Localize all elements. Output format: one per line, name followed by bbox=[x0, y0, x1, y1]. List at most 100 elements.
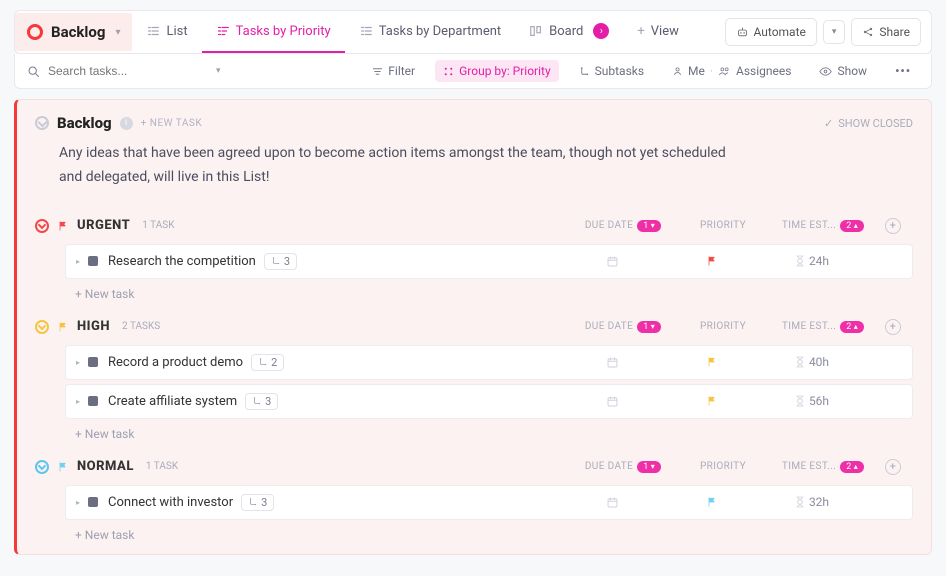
task-row[interactable]: ▸ Record a product demo 2 40h bbox=[65, 345, 913, 380]
me-button[interactable]: Me · Assignees bbox=[664, 60, 799, 82]
subtasks-icon bbox=[579, 66, 590, 77]
secondary-toolbar: ▾ Filter Group by: Priority Subtasks Me bbox=[14, 54, 932, 89]
cell-due-date[interactable] bbox=[562, 356, 662, 369]
sort-pill[interactable]: 1 bbox=[637, 461, 661, 473]
status-icon[interactable] bbox=[88, 357, 98, 367]
search-input[interactable] bbox=[48, 64, 208, 78]
expand-icon[interactable]: ▸ bbox=[76, 498, 80, 507]
share-button[interactable]: Share bbox=[851, 18, 921, 46]
view-tab-label: Board bbox=[549, 24, 583, 39]
group-header: URGENT 1 TASK DUE DATE1 PRIORITY TIME ES… bbox=[35, 212, 913, 240]
priority-list-icon bbox=[216, 24, 230, 38]
sort-pill[interactable]: 2 bbox=[840, 220, 864, 232]
col-due-date[interactable]: DUE DATE1 bbox=[573, 321, 673, 333]
view-tab-tasks-priority[interactable]: Tasks by Priority bbox=[202, 12, 345, 53]
flag-icon bbox=[57, 220, 69, 232]
new-task-button[interactable]: + New task bbox=[75, 520, 913, 546]
sort-pill[interactable]: 2 bbox=[840, 321, 864, 333]
more-icon: ••• bbox=[895, 64, 911, 78]
cell-due-date[interactable] bbox=[562, 395, 662, 408]
automate-button[interactable]: Automate bbox=[725, 18, 817, 46]
new-task-button[interactable]: + New task bbox=[75, 279, 913, 305]
cell-time-est[interactable]: 32h bbox=[762, 495, 862, 509]
info-icon[interactable]: i bbox=[120, 117, 133, 130]
cell-time-est[interactable]: 40h bbox=[762, 355, 862, 369]
subtasks-button[interactable]: Subtasks bbox=[571, 60, 652, 82]
col-time-est[interactable]: TIME EST...2 bbox=[773, 220, 873, 232]
search-field[interactable]: ▾ bbox=[27, 64, 352, 78]
expand-icon[interactable]: ▸ bbox=[76, 257, 80, 266]
task-name: Connect with investor bbox=[108, 495, 233, 510]
add-column-button[interactable]: + bbox=[873, 218, 913, 234]
status-icon[interactable] bbox=[88, 256, 98, 266]
sort-pill[interactable]: 1 bbox=[637, 220, 661, 232]
collapse-ring-icon[interactable] bbox=[35, 460, 49, 474]
next-icon[interactable]: › bbox=[593, 23, 609, 39]
cell-due-date[interactable] bbox=[562, 496, 662, 509]
col-time-est[interactable]: TIME EST...2 bbox=[773, 461, 873, 473]
view-tab-list[interactable]: List bbox=[132, 12, 201, 53]
col-time-est[interactable]: TIME EST...2 bbox=[773, 321, 873, 333]
cell-time-est[interactable]: 56h bbox=[762, 394, 862, 408]
subtask-badge[interactable]: 3 bbox=[241, 494, 274, 511]
column-headers: DUE DATE1 PRIORITY TIME EST...2 + bbox=[573, 319, 913, 335]
flag-icon bbox=[706, 496, 718, 508]
new-task-header-button[interactable]: + NEW TASK bbox=[141, 118, 202, 129]
priority-group: HIGH 2 TASKS DUE DATE1 PRIORITY TIME EST… bbox=[35, 313, 913, 445]
col-priority[interactable]: PRIORITY bbox=[673, 461, 773, 472]
cell-time-est[interactable]: 24h bbox=[762, 254, 862, 268]
col-due-date[interactable]: DUE DATE1 bbox=[573, 220, 673, 232]
collapse-icon[interactable] bbox=[35, 116, 49, 130]
subtask-badge[interactable]: 3 bbox=[245, 393, 278, 410]
task-row[interactable]: ▸ Create affiliate system 3 56h bbox=[65, 384, 913, 419]
show-button[interactable]: Show bbox=[811, 60, 875, 82]
task-row[interactable]: ▸ Connect with investor 3 32h bbox=[65, 485, 913, 520]
cell-priority[interactable] bbox=[662, 496, 762, 508]
automate-dropdown[interactable]: ▾ bbox=[823, 20, 846, 44]
col-priority[interactable]: PRIORITY bbox=[673, 220, 773, 231]
share-label: Share bbox=[879, 25, 910, 39]
more-button[interactable]: ••• bbox=[887, 60, 919, 82]
subtask-badge[interactable]: 2 bbox=[251, 354, 284, 371]
check-icon: ✓ bbox=[824, 117, 833, 130]
hourglass-icon bbox=[795, 496, 805, 508]
collapse-ring-icon[interactable] bbox=[35, 219, 49, 233]
expand-icon[interactable]: ▸ bbox=[76, 397, 80, 406]
chevron-down-icon[interactable]: ▾ bbox=[216, 66, 221, 76]
cell-priority[interactable] bbox=[662, 395, 762, 407]
subtask-badge[interactable]: 3 bbox=[264, 253, 297, 270]
chevron-down-icon: ▾ bbox=[832, 27, 837, 37]
calendar-icon bbox=[606, 395, 619, 408]
sort-pill[interactable]: 2 bbox=[840, 461, 864, 473]
robot-icon bbox=[736, 26, 749, 39]
group-icon bbox=[443, 66, 454, 77]
cell-priority[interactable] bbox=[662, 356, 762, 368]
new-task-button[interactable]: + New task bbox=[75, 419, 913, 445]
column-headers: DUE DATE1 PRIORITY TIME EST...2 + bbox=[573, 459, 913, 475]
add-view-button[interactable]: + View bbox=[623, 12, 693, 53]
view-tab-board[interactable]: Board › bbox=[515, 11, 623, 53]
department-list-icon bbox=[359, 24, 373, 38]
expand-icon[interactable]: ▸ bbox=[76, 358, 80, 367]
cell-due-date[interactable] bbox=[562, 255, 662, 268]
list-selector[interactable]: Backlog ▾ bbox=[15, 13, 132, 51]
sort-pill[interactable]: 1 bbox=[637, 321, 661, 333]
calendar-icon bbox=[606, 255, 619, 268]
status-icon[interactable] bbox=[88, 497, 98, 507]
col-due-date[interactable]: DUE DATE1 bbox=[573, 461, 673, 473]
collapse-ring-icon[interactable] bbox=[35, 320, 49, 334]
task-row[interactable]: ▸ Research the competition 3 24h bbox=[65, 244, 913, 279]
group-by-button[interactable]: Group by: Priority bbox=[435, 60, 559, 82]
view-tab-tasks-department[interactable]: Tasks by Department bbox=[345, 12, 515, 53]
status-icon[interactable] bbox=[88, 396, 98, 406]
group-count: 2 TASKS bbox=[122, 321, 160, 332]
add-column-button[interactable]: + bbox=[873, 459, 913, 475]
filter-button[interactable]: Filter bbox=[364, 60, 423, 82]
group-title: NORMAL bbox=[77, 459, 134, 474]
col-priority[interactable]: PRIORITY bbox=[673, 321, 773, 332]
list-name: Backlog bbox=[51, 23, 105, 41]
add-column-button[interactable]: + bbox=[873, 319, 913, 335]
priority-group: NORMAL 1 TASK DUE DATE1 PRIORITY TIME ES… bbox=[35, 453, 913, 546]
cell-priority[interactable] bbox=[662, 255, 762, 267]
show-closed-button[interactable]: ✓ SHOW CLOSED bbox=[824, 117, 913, 130]
